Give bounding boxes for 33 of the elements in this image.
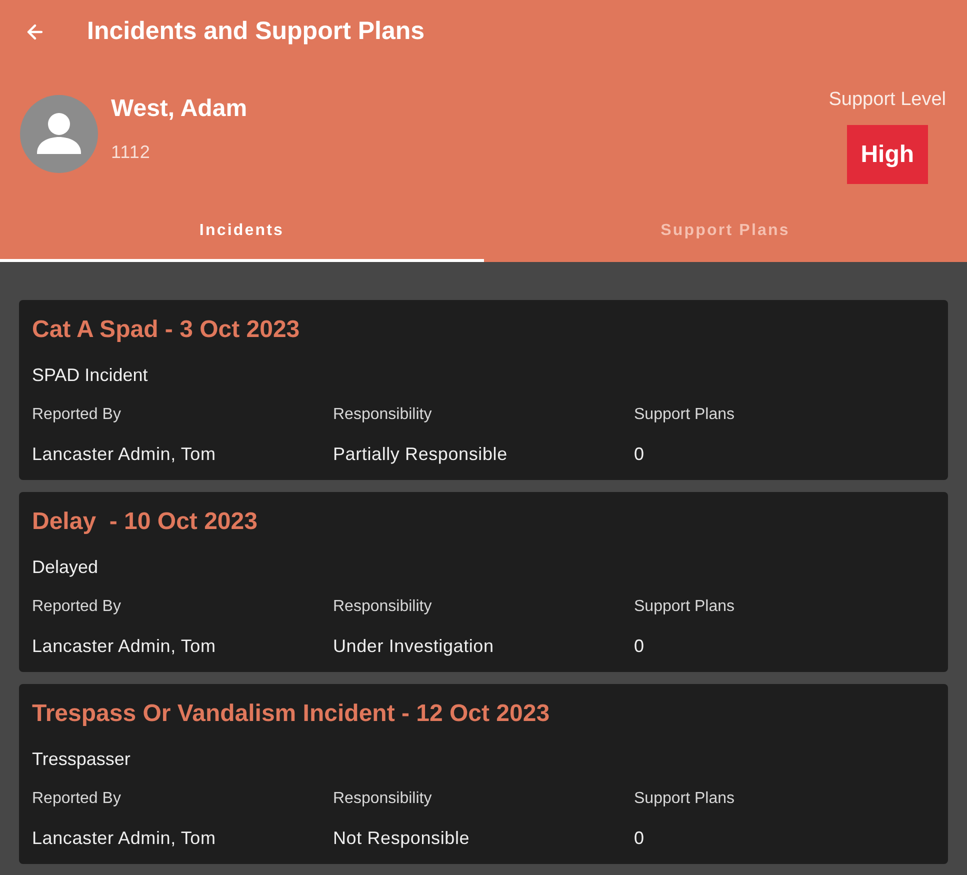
field-value: Under Investigation	[333, 635, 495, 658]
field-label: Support Plans	[634, 405, 736, 425]
field-value: Not Responsible	[333, 827, 471, 850]
field-value: 0	[634, 635, 646, 658]
field-value: 0	[634, 827, 646, 850]
support-level-label: Support Level	[828, 88, 946, 112]
incident-category: Tresspasser	[32, 748, 132, 771]
field-value: 0	[634, 443, 646, 466]
incident-title: Trespass Or Vandalism Incident - 12 Oct 2023	[32, 699, 551, 729]
field-value: Partially Responsible	[333, 443, 508, 466]
support-level-badge: High	[846, 125, 928, 184]
field-label: Responsibility	[333, 405, 433, 425]
person-name: West, Adam	[111, 94, 248, 124]
field-label: Support Plans	[634, 789, 736, 809]
person-number: 1112	[111, 141, 152, 164]
field-value: Lancaster Admin, Tom	[32, 635, 217, 658]
incident-category: SPAD Incident	[32, 364, 149, 387]
field-value: Lancaster Admin, Tom	[32, 443, 217, 466]
incident-category: Delayed	[32, 556, 100, 579]
field-value: Lancaster Admin, Tom	[32, 827, 217, 850]
field-label: Responsibility	[333, 597, 433, 617]
field-label: Support Plans	[634, 597, 736, 617]
incident-card[interactable]: Cat A Spad - 3 Oct 2023 SPAD Incident Reported By Lancaster Admin, Tom Responsibility Partially Responsible Support Plans 0	[19, 300, 948, 480]
field-label: Responsibility	[333, 789, 433, 809]
field-label: Reported By	[32, 789, 122, 809]
user-avatar-icon	[20, 95, 98, 173]
field-label: Reported By	[32, 597, 122, 617]
incident-card[interactable]: Delay - 10 Oct 2023 Delayed Reported By Lancaster Admin, Tom Responsibility Under Investigation Support Plans 0	[19, 492, 948, 672]
field-label: Reported By	[32, 405, 122, 425]
app-bar-title: Incidents and Support Plans	[87, 16, 425, 48]
incident-card[interactable]: Trespass Or Vandalism Incident - 12 Oct 2023 Tresspasser Reported By Lancaster Admin, Tom Responsibility Not Responsible Support Plans 0	[19, 684, 948, 864]
incident-title: Cat A Spad - 3 Oct 2023	[32, 315, 301, 345]
incident-title: Delay - 10 Oct 2023	[32, 507, 258, 537]
